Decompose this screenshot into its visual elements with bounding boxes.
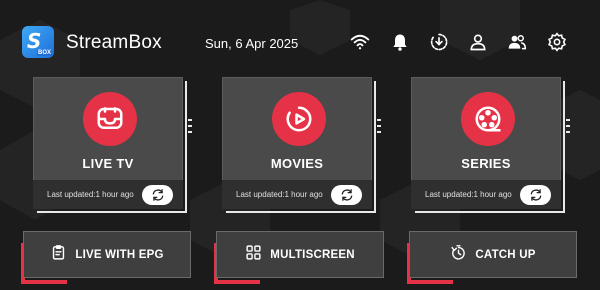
card-title: LIVE TV: [82, 156, 134, 171]
button-label: MULTISCREEN: [270, 248, 355, 261]
refresh-button[interactable]: [142, 185, 173, 205]
last-updated-text: Last updated:1 hour ago: [236, 190, 323, 199]
current-date: Sun, 6 Apr 2025: [205, 36, 299, 51]
tv-icon: [83, 92, 137, 146]
live-with-epg-button[interactable]: LIVE WITH EPG: [21, 231, 191, 284]
button-label: CATCH UP: [475, 248, 536, 261]
settings-icon[interactable]: [546, 31, 568, 53]
user-icon[interactable]: [467, 31, 489, 53]
refresh-button[interactable]: [331, 185, 362, 205]
app-logo: S BOX: [22, 26, 54, 58]
grid-icon: [245, 244, 262, 266]
card-footer: Last updated:1 hour ago: [411, 180, 561, 209]
card-footer: Last updated:1 hour ago: [222, 180, 372, 209]
button-accent: [21, 280, 67, 284]
card-live-tv[interactable]: LIVE TV Last updated:1 hour ago: [33, 77, 192, 213]
button-accent: [214, 280, 260, 284]
download-icon[interactable]: [428, 31, 450, 53]
button-accent: [407, 280, 453, 284]
wifi-icon[interactable]: [349, 31, 371, 53]
last-updated-text: Last updated:1 hour ago: [425, 190, 512, 199]
last-updated-text: Last updated:1 hour ago: [47, 190, 134, 199]
app-title: StreamBox: [66, 32, 162, 53]
bell-icon[interactable]: [389, 31, 411, 53]
multiscreen-button[interactable]: MULTISCREEN: [214, 231, 384, 284]
film-reel-icon: [461, 92, 515, 146]
play-icon: [272, 92, 326, 146]
card-ticks: [566, 119, 570, 139]
logo-subtext: BOX: [36, 50, 52, 56]
users-icon[interactable]: [506, 31, 528, 53]
card-movies[interactable]: MOVIES Last updated:1 hour ago: [222, 77, 381, 213]
card-title: MOVIES: [270, 156, 324, 171]
clipboard-icon: [50, 244, 67, 266]
card-ticks: [377, 119, 381, 139]
card-ticks: [188, 119, 192, 139]
card-footer: Last updated:1 hour ago: [33, 180, 183, 209]
timer-icon: [450, 244, 467, 266]
card-series[interactable]: SERIES Last updated:1 hour ago: [411, 77, 570, 213]
refresh-button[interactable]: [520, 185, 551, 205]
catch-up-button[interactable]: CATCH UP: [407, 231, 577, 284]
top-bar: S BOX StreamBox Sun, 6 Apr 2025: [0, 0, 600, 60]
card-title: SERIES: [461, 156, 511, 171]
button-label: LIVE WITH EPG: [75, 248, 164, 261]
